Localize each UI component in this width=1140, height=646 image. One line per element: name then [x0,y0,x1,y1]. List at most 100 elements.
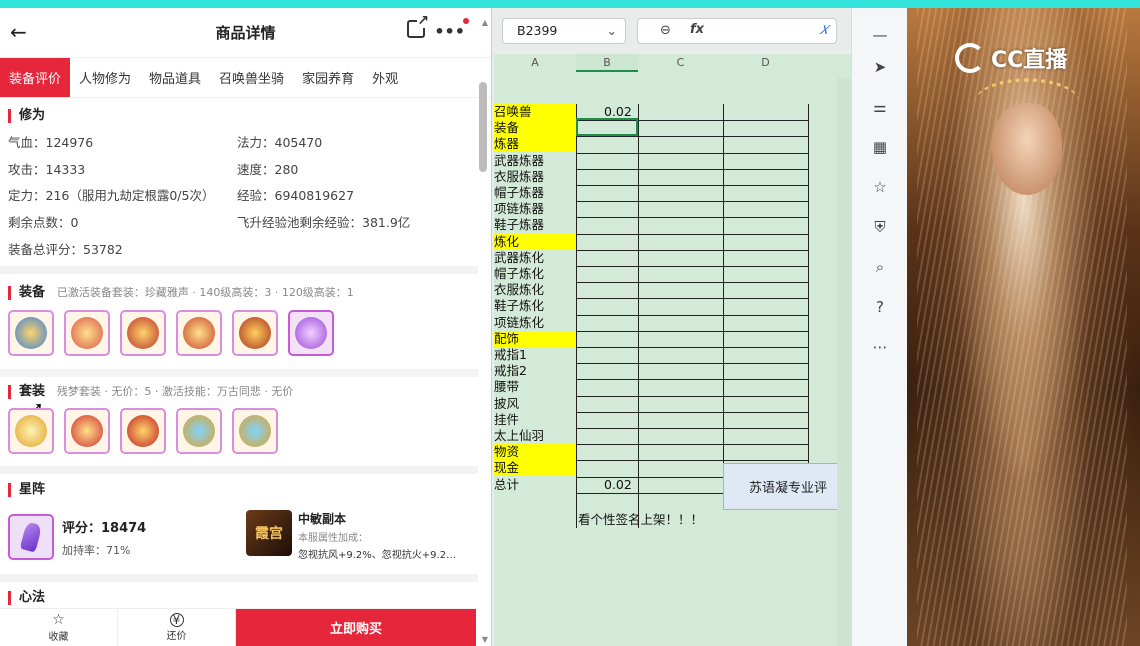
column-header-a[interactable]: A [494,54,576,72]
dungeon-title: 中敏副本 [298,512,347,526]
tab-items[interactable]: 物品道具 [140,58,210,97]
equipment-slot-icon[interactable] [8,310,54,356]
cell-a[interactable]: 物资 [494,444,576,461]
cell-a[interactable]: 现金 [494,460,576,477]
panel-scrollbar[interactable] [479,82,487,172]
shield-icon[interactable]: ⛨ [852,218,908,236]
notification-dot [463,18,469,24]
grid-line [576,233,808,235]
help-icon[interactable]: ? [852,298,908,316]
stream-logo-icon [955,43,985,73]
grid-line [576,347,808,348]
cell-a[interactable]: 配饰 [494,330,576,347]
column-header-d[interactable]: D [723,54,808,72]
column-header-b[interactable]: B [576,54,638,72]
cell-a[interactable]: 衣服炼器 [494,169,544,185]
section-divider [0,266,478,274]
cell-a[interactable]: 衣服炼化 [494,282,544,298]
more-options-icon[interactable]: ⋯ [852,338,908,356]
spreadsheet: B2399 ⌄ ⊖ fx 𝑋 A B C D 召唤兽 0.02 装备 炼器 武器炼器 衣服… [494,8,851,646]
zoom-icon[interactable]: ⊖ [660,23,671,38]
function-icon[interactable]: fx [690,22,704,37]
cell-a[interactable]: 腰带 [494,379,519,395]
selected-cell[interactable] [576,118,638,136]
grid-line [576,185,808,186]
select-pointer-icon[interactable]: ➤ [852,58,908,76]
cell-a[interactable]: 戒指1 [494,347,527,363]
bottom-action-bar: ☆ 收藏 ¥ 还价 立即购买 [0,608,476,646]
equipment-slot-icon[interactable] [232,310,278,356]
sheet-scrollbar[interactable] [837,78,851,646]
cell-a[interactable]: 戒指2 [494,363,527,379]
cell-a[interactable]: 炼化 [494,233,576,250]
buy-now-button[interactable]: 立即购买 [236,609,476,646]
grid-line [576,395,808,397]
tab-character-cultivation[interactable]: 人物修为 [70,58,140,97]
more-icon[interactable]: ••• [434,22,465,41]
equipment-slot-icon[interactable] [288,310,334,356]
tab-appearance[interactable]: 外观 [363,58,407,97]
collect-label: 收藏 [48,632,69,643]
grid-line [638,104,639,528]
set-slot-icon[interactable] [232,408,278,454]
tab-equipment-review[interactable]: 装备评价 [0,58,71,97]
cell-a[interactable]: 项链炼化 [494,315,544,331]
star-crystal-icon[interactable] [8,514,54,560]
bargain-button[interactable]: ¥ 还价 [118,609,236,646]
minimize-icon[interactable]: — [852,26,908,44]
cell-reference-box[interactable]: B2399 ⌄ [502,18,626,44]
set-slot-icon[interactable] [176,408,222,454]
layout-icon[interactable]: ▦ [852,138,908,156]
cell-a[interactable]: 项链炼器 [494,201,544,217]
cell-a[interactable]: 挂件 [494,412,519,428]
set-info: 残梦套装 · 无价：5 · 激活技能：万古同悲 · 无价 [56,385,294,398]
equipment-slot-icon[interactable] [64,310,110,356]
equipment-slot-icon[interactable] [120,310,166,356]
cell-a[interactable]: 帽子炼器 [494,185,544,201]
star-array-summary: 评分：18474 加持率：71% [8,514,146,560]
cell-a[interactable]: 武器炼器 [494,153,544,169]
section-divider [0,369,478,377]
scroll-up-arrow-icon[interactable]: ▲ [482,18,488,27]
cell-a[interactable]: 帽子炼化 [494,266,544,282]
back-arrow-icon[interactable]: ← [10,20,27,44]
collect-button[interactable]: ☆ 收藏 [0,609,118,646]
grid-line [576,266,808,267]
cell-a[interactable]: 披风 [494,396,519,412]
cell-a[interactable]: 总计 [494,477,519,493]
evaluation-label-box: 苏语凝专业评 [723,463,851,510]
cell-a[interactable]: 装备 [494,120,576,137]
cell-b[interactable]: 0.02 [604,477,632,493]
scroll-down-arrow-icon[interactable]: ▼ [482,635,488,644]
stream-logo: CC直播 [955,42,1067,74]
set-slot-icon[interactable] [8,408,54,454]
column-header-c[interactable]: C [638,54,723,72]
favorite-icon[interactable]: ☆ [852,178,908,196]
set-slot-icon[interactable] [64,408,110,454]
star-outline-icon: ☆ [52,612,65,628]
grid-line [576,282,808,284]
find-icon[interactable]: ⌕ [852,258,908,276]
cell-a[interactable]: 太上仙羽 [494,428,544,444]
cell-a[interactable]: 炼器 [494,136,576,153]
tab-home[interactable]: 家园养育 [293,58,363,97]
grid-line [576,104,577,528]
section-title-mental-method: 心法 [8,591,45,605]
stat-ascension-exp: 飞升经验池剩余经验：381.9亿 [237,215,411,230]
share-icon[interactable] [407,14,430,38]
formula-input[interactable]: ⊖ fx 𝑋 [637,18,837,44]
cell-a[interactable]: 鞋子炼器 [494,217,544,233]
cell-a[interactable]: 鞋子炼化 [494,298,544,314]
formula-expand-icon[interactable]: 𝑋 [819,23,828,38]
settings-sliders-icon[interactable]: ⚌ [852,98,908,116]
dungeon-subtitle: 本服属性加成： [298,533,368,544]
chevron-down-icon[interactable]: ⌄ [607,23,617,38]
dungeon-icon[interactable]: 霞宫 [246,510,292,556]
star-array-rate: 加持率：71% [62,543,131,557]
product-detail-panel: ← 商品详情 ••• 装备评价 人物修为 物品道具 召唤兽坐骑 家园养育 外观 … [0,8,492,646]
set-slot-icon[interactable] [120,408,166,454]
cell-a[interactable]: 召唤兽 [494,104,576,120]
equipment-slot-icon[interactable] [176,310,222,356]
tab-summon-mount[interactable]: 召唤兽坐骑 [210,58,293,97]
cell-a[interactable]: 武器炼化 [494,250,544,266]
